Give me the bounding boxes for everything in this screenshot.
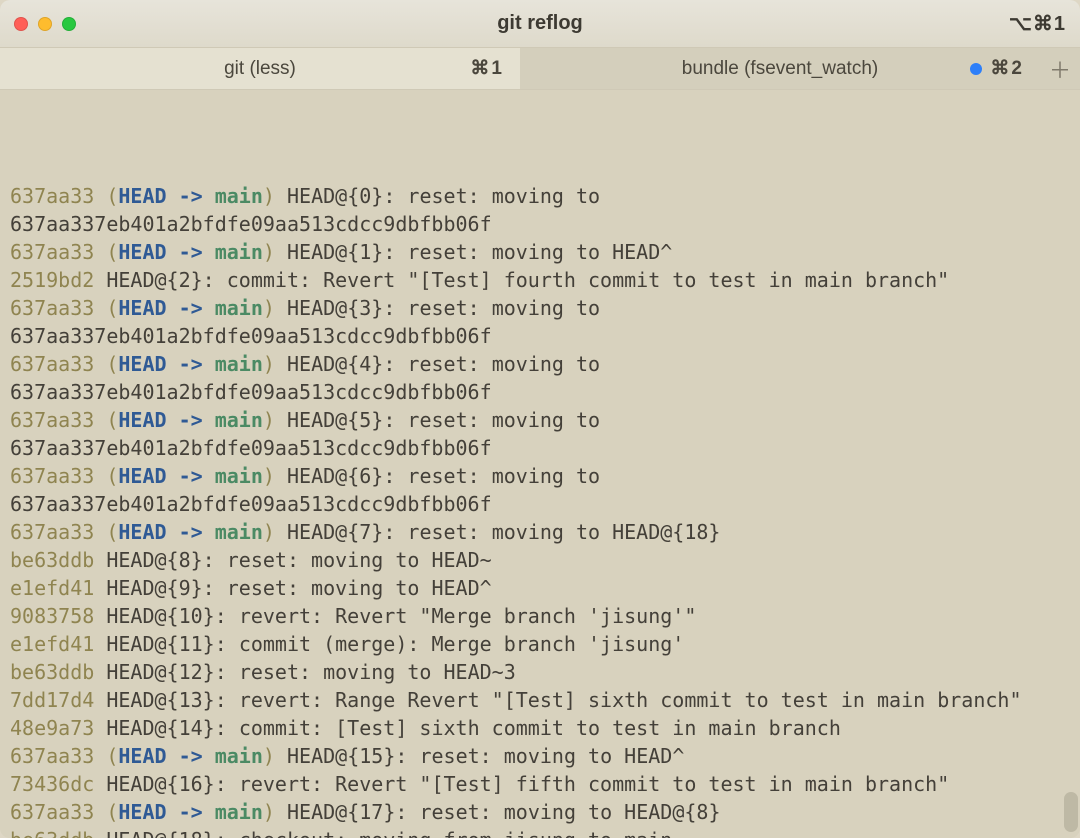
reflog-line: 637aa33 (HEAD -> main) HEAD@{4}: reset: … [10,350,1070,406]
reflog-line: 637aa33 (HEAD -> main) HEAD@{0}: reset: … [10,182,1070,238]
reflog-message: commit: [Test] sixth commit to test in m… [239,716,841,740]
tab-shortcut-text: ⌘2 [990,57,1024,80]
reflog-line: 637aa33 (HEAD -> main) HEAD@{7}: reset: … [10,518,1070,546]
reflog-message: revert: Revert "[Test] fifth commit to t… [239,772,949,796]
traffic-lights [14,17,76,31]
reflog-line: 637aa33 (HEAD -> main) HEAD@{5}: reset: … [10,406,1070,462]
titlebar[interactable]: git reflog ⌥⌘1 [0,0,1080,48]
reflog-line: e1efd41 HEAD@{11}: commit (merge): Merge… [10,630,1070,658]
ref-name: HEAD@{7}: [287,520,395,544]
tab-bar: git (less) ⌘1 bundle (fsevent_watch) ⌘2 … [0,48,1080,90]
reflog-line: 637aa33 (HEAD -> main) HEAD@{15}: reset:… [10,742,1070,770]
reflog-line: 637aa33 (HEAD -> main) HEAD@{1}: reset: … [10,238,1070,266]
reflog-message: reset: moving to HEAD@{8} [419,800,720,824]
commit-hash: 2519bd2 [10,268,94,292]
close-button[interactable] [14,17,28,31]
ref-name: HEAD@{0}: [287,184,395,208]
reflog-message: reset: moving to HEAD^ [407,240,672,264]
commit-hash: be63ddb [10,660,94,684]
ref-name: HEAD@{9}: [106,576,214,600]
ref-name: HEAD@{4}: [287,352,395,376]
reflog-line: 2519bd2 HEAD@{2}: commit: Revert "[Test]… [10,266,1070,294]
reflog-message: reset: moving to HEAD^ [227,576,492,600]
commit-hash: 637aa33 [10,408,94,432]
commit-hash: e1efd41 [10,632,94,656]
commit-hash: 637aa33 [10,800,94,824]
commit-hash: be63ddb [10,828,94,838]
reflog-message: checkout: moving from jisung to main [239,828,672,838]
reflog-line: 637aa33 (HEAD -> main) HEAD@{3}: reset: … [10,294,1070,350]
ref-name: HEAD@{2}: [106,268,214,292]
tab-shortcut: ⌘1 [470,57,504,80]
reflog-line: be63ddb HEAD@{12}: reset: moving to HEAD… [10,658,1070,686]
commit-hash: 637aa33 [10,520,94,544]
ref-name: HEAD@{14}: [106,716,226,740]
reflog-line: be63ddb HEAD@{18}: checkout: moving from… [10,826,1070,838]
ref-name: HEAD@{6}: [287,464,395,488]
reflog-message: reset: moving to HEAD~ [227,548,492,572]
ref-name: HEAD@{17}: [287,800,407,824]
ref-name: HEAD@{8}: [106,548,214,572]
reflog-line: 7dd17d4 HEAD@{13}: revert: Range Revert … [10,686,1070,714]
commit-hash: be63ddb [10,548,94,572]
commit-hash: 9083758 [10,604,94,628]
reflog-message: commit (merge): Merge branch 'jisung' [239,632,685,656]
window-shortcut-label: ⌥⌘1 [1009,11,1066,36]
ref-name: HEAD@{18}: [106,828,226,838]
plus-icon: ＋ [1049,53,1071,85]
tab-label: bundle (fsevent_watch) [682,58,878,80]
terminal-output[interactable]: 637aa33 (HEAD -> main) HEAD@{0}: reset: … [0,90,1080,838]
ref-name: HEAD@{13}: [106,688,226,712]
new-tab-button[interactable]: ＋ [1040,48,1080,89]
ref-name: HEAD@{10}: [106,604,226,628]
ref-name: HEAD@{12}: [106,660,226,684]
commit-hash: 637aa33 [10,240,94,264]
minimize-button[interactable] [38,17,52,31]
reflog-line: 9083758 HEAD@{10}: revert: Revert "Merge… [10,602,1070,630]
commit-hash: 637aa33 [10,296,94,320]
tab-git[interactable]: git (less) ⌘1 [0,48,520,89]
reflog-line: e1efd41 HEAD@{9}: reset: moving to HEAD^ [10,574,1070,602]
reflog-line: be63ddb HEAD@{8}: reset: moving to HEAD~ [10,546,1070,574]
commit-hash: 637aa33 [10,744,94,768]
commit-hash: 48e9a73 [10,716,94,740]
commit-hash: 637aa33 [10,352,94,376]
tab-shortcut: ⌘2 [970,57,1024,80]
tab-bundle[interactable]: bundle (fsevent_watch) ⌘2 [520,48,1040,89]
commit-hash: 637aa33 [10,464,94,488]
commit-hash: e1efd41 [10,576,94,600]
ref-name: HEAD@{1}: [287,240,395,264]
tab-label: git (less) [224,58,296,80]
reflog-message: commit: Revert "[Test] fourth commit to … [227,268,949,292]
commit-hash: 73436dc [10,772,94,796]
maximize-button[interactable] [62,17,76,31]
ref-name: HEAD@{5}: [287,408,395,432]
ref-name: HEAD@{15}: [287,744,407,768]
reflog-message: reset: moving to HEAD^ [419,744,684,768]
ref-name: HEAD@{16}: [106,772,226,796]
commit-hash: 7dd17d4 [10,688,94,712]
commit-hash: 637aa33 [10,184,94,208]
reflog-message: reset: moving to HEAD~3 [239,660,516,684]
terminal-window: git reflog ⌥⌘1 git (less) ⌘1 bundle (fse… [0,0,1080,838]
ref-name: HEAD@{11}: [106,632,226,656]
window-title: git reflog [0,12,1080,35]
activity-indicator-icon [970,63,982,75]
reflog-line: 637aa33 (HEAD -> main) HEAD@{17}: reset:… [10,798,1070,826]
ref-name: HEAD@{3}: [287,296,395,320]
reflog-message: reset: moving to HEAD@{18} [407,520,720,544]
reflog-line: 637aa33 (HEAD -> main) HEAD@{6}: reset: … [10,462,1070,518]
scrollbar-thumb[interactable] [1064,792,1078,832]
reflog-line: 73436dc HEAD@{16}: revert: Revert "[Test… [10,770,1070,798]
reflog-message: revert: Revert "Merge branch 'jisung'" [239,604,697,628]
reflog-line: 48e9a73 HEAD@{14}: commit: [Test] sixth … [10,714,1070,742]
reflog-message: revert: Range Revert "[Test] sixth commi… [239,688,1022,712]
